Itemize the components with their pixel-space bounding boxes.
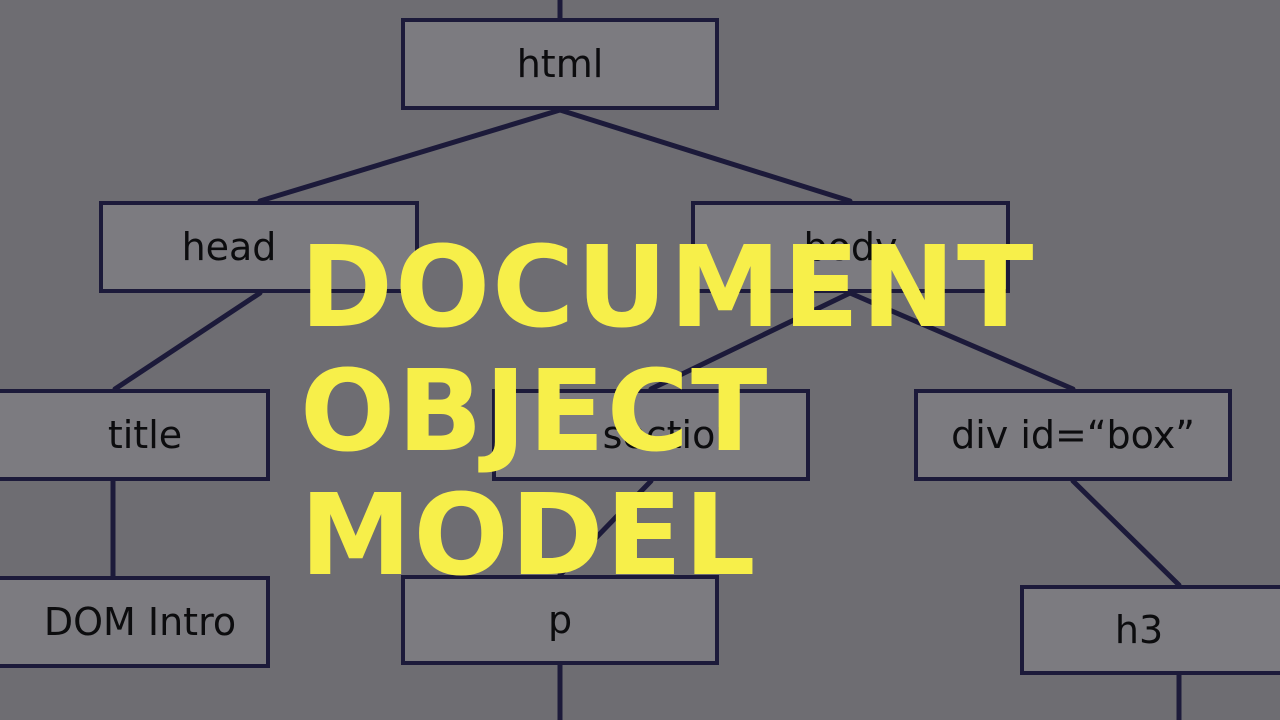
edge-html-body bbox=[557, 107, 853, 204]
edge-html-head bbox=[257, 107, 563, 204]
edge-head-title bbox=[112, 290, 263, 392]
node-html: html bbox=[401, 18, 719, 110]
headline-title: DOCUMENT OBJECT MODEL bbox=[300, 226, 1100, 598]
node-h3: h3 bbox=[1020, 585, 1280, 675]
headline-line-1: DOCUMENT bbox=[300, 223, 1036, 353]
headline-line-2: OBJECT bbox=[300, 347, 770, 477]
node-dom-intro: DOM Intro bbox=[0, 576, 270, 668]
dom-tree-thumbnail: html head body title section div id=“box… bbox=[0, 0, 1280, 720]
node-title: title bbox=[0, 389, 270, 481]
headline-line-3: MODEL bbox=[300, 471, 758, 601]
